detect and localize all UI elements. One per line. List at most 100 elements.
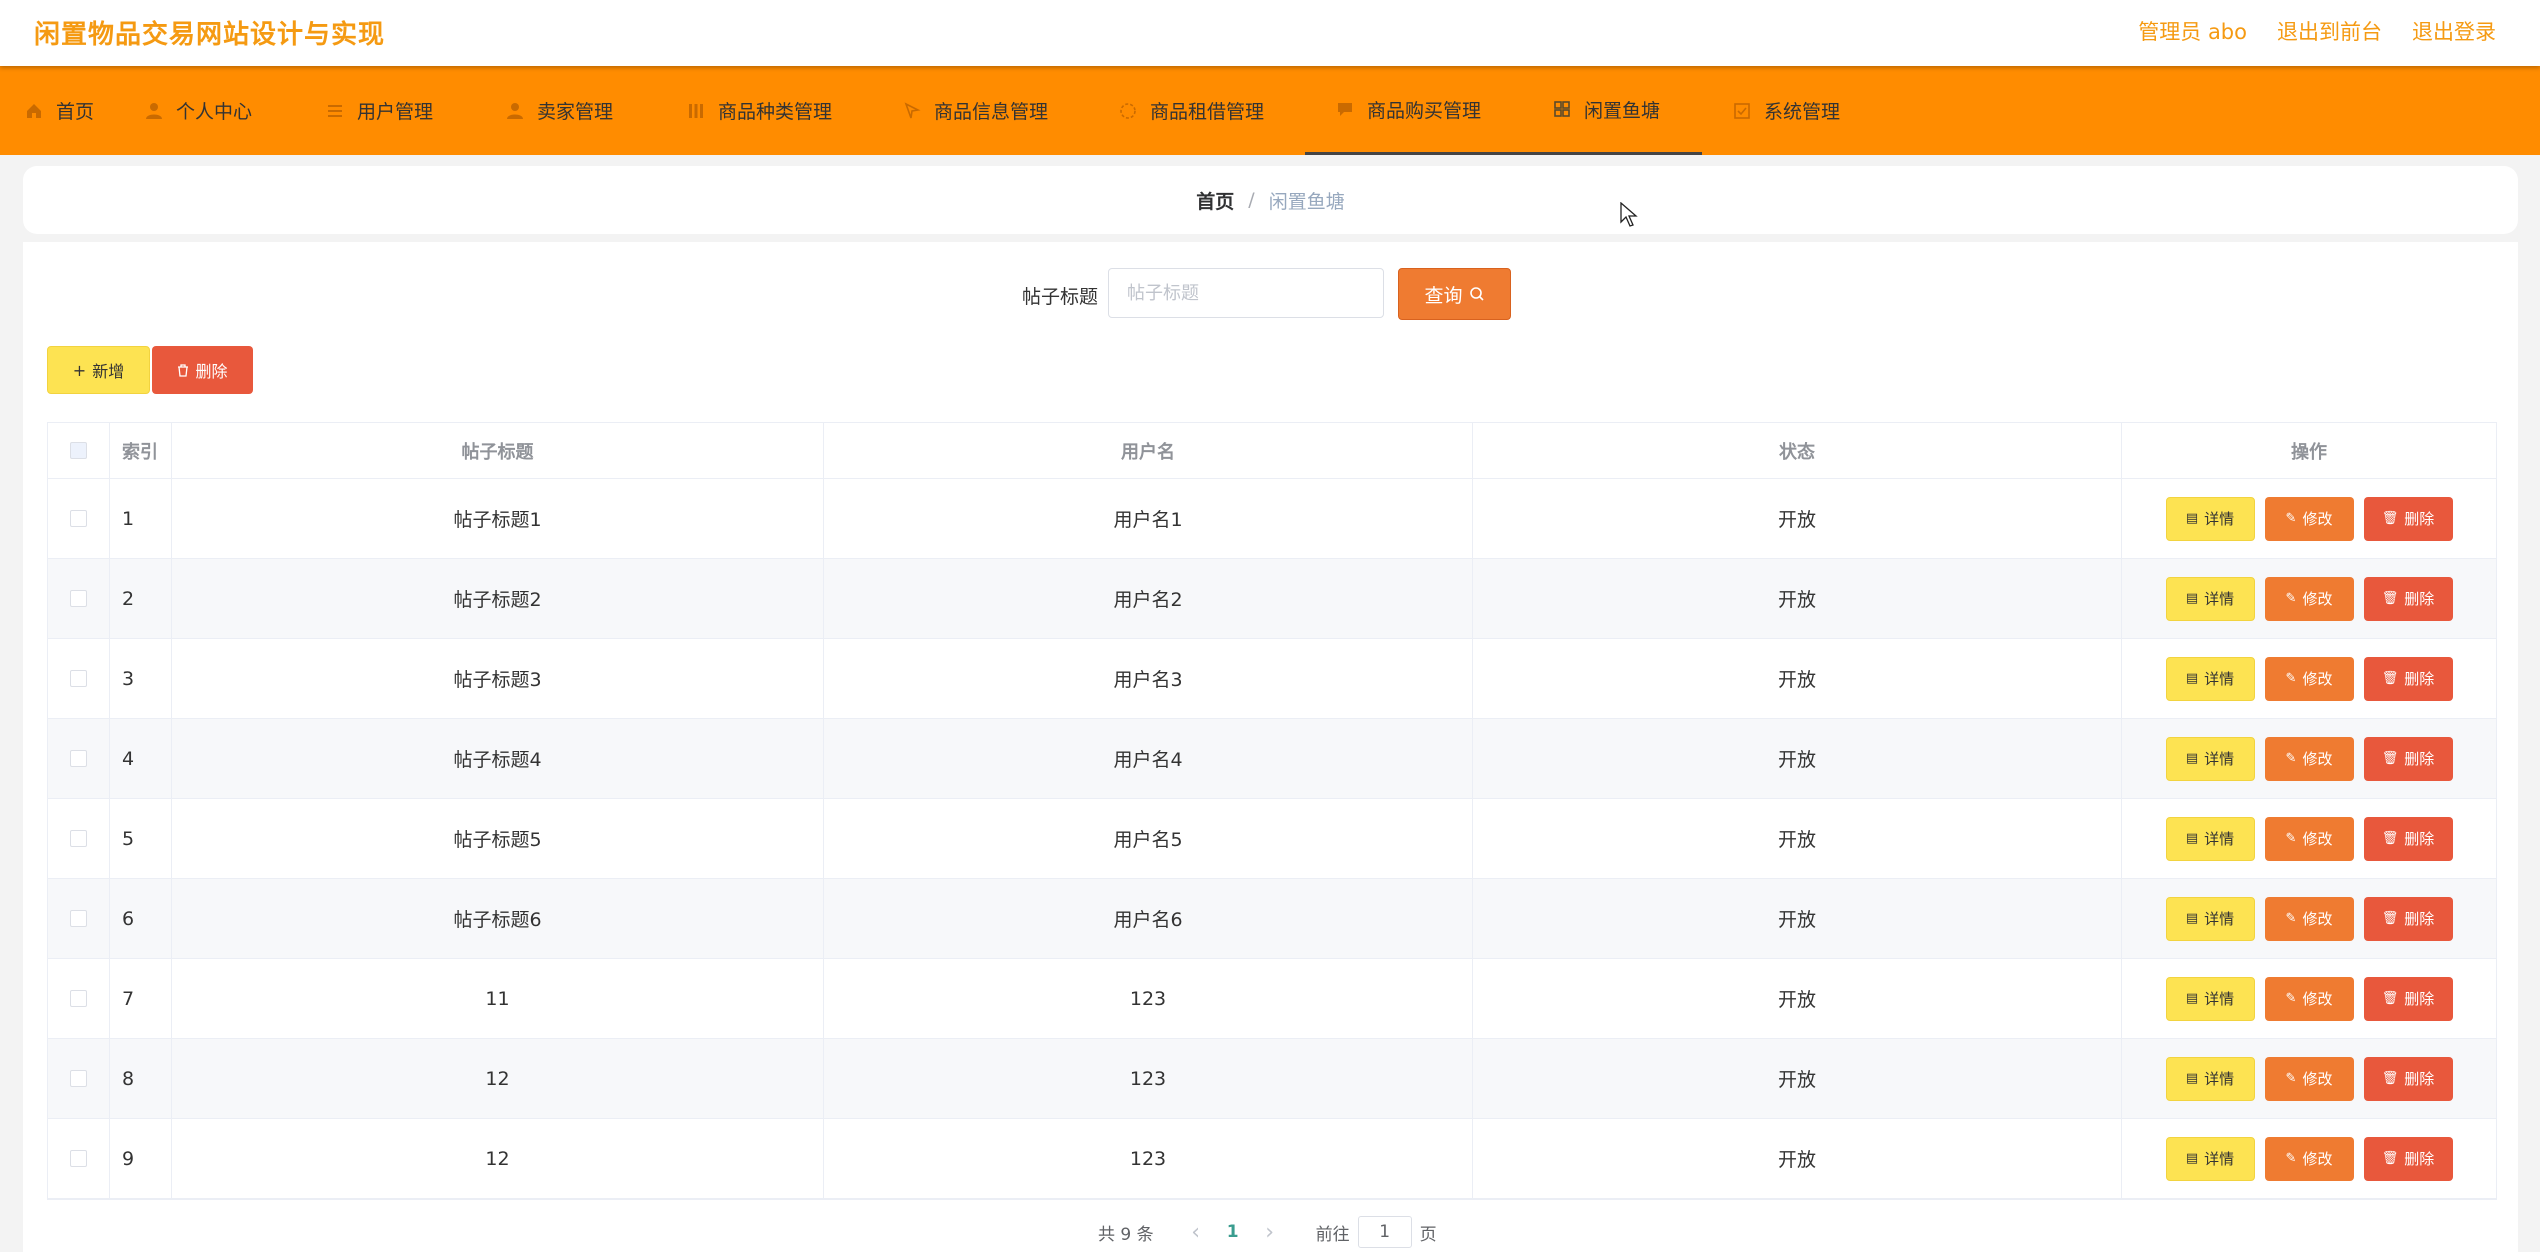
- document-icon: ▤: [2185, 511, 2199, 526]
- row-checkbox-cell: [48, 1039, 110, 1118]
- user-icon: [505, 101, 525, 121]
- delete-button[interactable]: 🗑 删除: [2363, 1056, 2453, 1101]
- detail-label: 详情: [2204, 510, 2235, 528]
- detail-button[interactable]: ▤ 详情: [2165, 816, 2255, 861]
- row-checkbox[interactable]: [70, 990, 87, 1007]
- nav-label: 商品种类管理: [718, 101, 833, 123]
- edit-label: 修改: [2302, 670, 2333, 688]
- trash-icon: 🗑: [2381, 591, 2399, 606]
- row-checkbox[interactable]: [70, 910, 87, 927]
- edit-button[interactable]: ✎ 修改: [2264, 1056, 2354, 1101]
- row-checkbox[interactable]: [70, 590, 87, 607]
- delete-label: 删除: [2404, 1070, 2435, 1088]
- edit-button[interactable]: ✎ 修改: [2264, 656, 2354, 701]
- row-actions: ▤ 详情 ✎ 修改 🗑 删除: [2122, 1039, 2496, 1118]
- detail-button[interactable]: ▤ 详情: [2165, 976, 2255, 1021]
- delete-label: 删除: [2404, 990, 2435, 1008]
- pagination-unit: 页: [1419, 1224, 1437, 1245]
- delete-button[interactable]: 🗑 删除: [2363, 816, 2453, 861]
- row-checkbox[interactable]: [70, 1150, 87, 1167]
- plus-icon: +: [72, 360, 87, 380]
- row-checkbox[interactable]: [70, 750, 87, 767]
- next-page-icon[interactable]: ›: [1254, 1220, 1286, 1245]
- nav-item-goods-info[interactable]: 商品信息管理: [902, 66, 1048, 155]
- nav-item-rental[interactable]: 商品租借管理: [1118, 66, 1264, 155]
- edit-button[interactable]: ✎ 修改: [2264, 976, 2354, 1021]
- row-actions: ▤ 详情 ✎ 修改 🗑 删除: [2122, 719, 2496, 798]
- edit-button[interactable]: ✎ 修改: [2264, 816, 2354, 861]
- row-checkbox[interactable]: [70, 830, 87, 847]
- pencil-icon: ✎: [2285, 751, 2297, 766]
- detail-label: 详情: [2204, 590, 2235, 608]
- document-icon: ▤: [2185, 831, 2199, 846]
- nav-item-categories[interactable]: 商品种类管理: [686, 66, 832, 155]
- edit-button[interactable]: ✎ 修改: [2264, 896, 2354, 941]
- table-row: 9 12 123 开放 ▤ 详情 ✎ 修改 🗑 删除: [48, 1119, 2496, 1199]
- row-index: 9: [110, 1119, 172, 1198]
- select-all-checkbox[interactable]: [70, 442, 87, 459]
- edit-button[interactable]: ✎ 修改: [2264, 496, 2354, 541]
- row-username: 123: [824, 959, 1473, 1038]
- table-row: 3 帖子标题3 用户名3 开放 ▤ 详情 ✎ 修改 🗑 删除: [48, 639, 2496, 719]
- delete-button[interactable]: 🗑 删除: [2363, 496, 2453, 541]
- search-button-label: 查询: [1424, 284, 1463, 307]
- detail-label: 详情: [2204, 670, 2235, 688]
- edit-button[interactable]: ✎ 修改: [2264, 576, 2354, 621]
- delete-button[interactable]: 🗑 删除: [2363, 1136, 2453, 1181]
- table-header: 索引 帖子标题 用户名 状态 操作: [48, 423, 2496, 479]
- detail-button[interactable]: ▤ 详情: [2165, 576, 2255, 621]
- row-checkbox[interactable]: [70, 670, 87, 687]
- delete-button[interactable]: 🗑 删除: [2363, 576, 2453, 621]
- detail-button[interactable]: ▤ 详情: [2165, 1136, 2255, 1181]
- breadcrumb-home[interactable]: 首页: [1196, 187, 1234, 214]
- delete-label: 删除: [2404, 670, 2435, 688]
- edit-label: 修改: [2302, 510, 2333, 528]
- detail-label: 详情: [2204, 990, 2235, 1008]
- nav-item-sellers[interactable]: 卖家管理: [505, 66, 613, 155]
- prev-page-icon[interactable]: ‹: [1180, 1220, 1212, 1245]
- document-icon: ▤: [2185, 911, 2199, 926]
- edit-label: 修改: [2302, 1150, 2333, 1168]
- row-index: 7: [110, 959, 172, 1038]
- detail-button[interactable]: ▤ 详情: [2165, 736, 2255, 781]
- header-checkbox-cell: [48, 423, 110, 478]
- delete-button[interactable]: 🗑 删除: [2363, 736, 2453, 781]
- batch-delete-button[interactable]: 删除: [152, 346, 253, 394]
- edit-button[interactable]: ✎ 修改: [2264, 1136, 2354, 1181]
- edit-button[interactable]: ✎ 修改: [2264, 736, 2354, 781]
- nav-item-users[interactable]: 用户管理: [325, 66, 433, 155]
- top-header: 闲置物品交易网站设计与实现 管理员 abo 退出到前台 退出登录: [0, 0, 2540, 66]
- pencil-icon: ✎: [2285, 991, 2297, 1006]
- detail-button[interactable]: ▤ 详情: [2165, 1056, 2255, 1101]
- document-icon: ▤: [2185, 751, 2199, 766]
- detail-button[interactable]: ▤ 详情: [2165, 656, 2255, 701]
- header-index: 索引: [110, 423, 172, 478]
- nav-item-system[interactable]: 系统管理: [1732, 66, 1840, 155]
- nav-item-purchase[interactable]: 商品购买管理: [1305, 66, 1522, 155]
- row-checkbox[interactable]: [70, 510, 87, 527]
- delete-button[interactable]: 🗑 删除: [2363, 656, 2453, 701]
- nav-item-home[interactable]: 首页: [24, 66, 94, 155]
- delete-button[interactable]: 🗑 删除: [2363, 896, 2453, 941]
- breadcrumb-separator: /: [1248, 189, 1255, 211]
- page-number[interactable]: 1: [1212, 1222, 1254, 1242]
- delete-button[interactable]: 🗑 删除: [2363, 976, 2453, 1021]
- row-title: 帖子标题3: [172, 639, 824, 718]
- search-button[interactable]: 查询: [1398, 268, 1511, 320]
- search-input[interactable]: [1108, 268, 1384, 318]
- row-index: 4: [110, 719, 172, 798]
- to-front-link[interactable]: 退出到前台: [2277, 16, 2382, 46]
- row-checkbox[interactable]: [70, 1070, 87, 1087]
- delete-label: 删除: [2404, 910, 2435, 928]
- logout-link[interactable]: 退出登录: [2412, 16, 2496, 46]
- detail-button[interactable]: ▤ 详情: [2165, 896, 2255, 941]
- pagination-total: 共 9 条: [1098, 1224, 1154, 1245]
- detail-button[interactable]: ▤ 详情: [2165, 496, 2255, 541]
- pencil-icon: ✎: [2285, 511, 2297, 526]
- add-button[interactable]: + 新增: [47, 346, 150, 394]
- nav-item-profile[interactable]: 个人中心: [144, 66, 252, 155]
- page-jump-input[interactable]: [1357, 1216, 1412, 1248]
- document-icon: ▤: [2185, 591, 2199, 606]
- nav-item-fish-pond[interactable]: 闲置鱼塘: [1522, 66, 1702, 155]
- row-index: 5: [110, 799, 172, 878]
